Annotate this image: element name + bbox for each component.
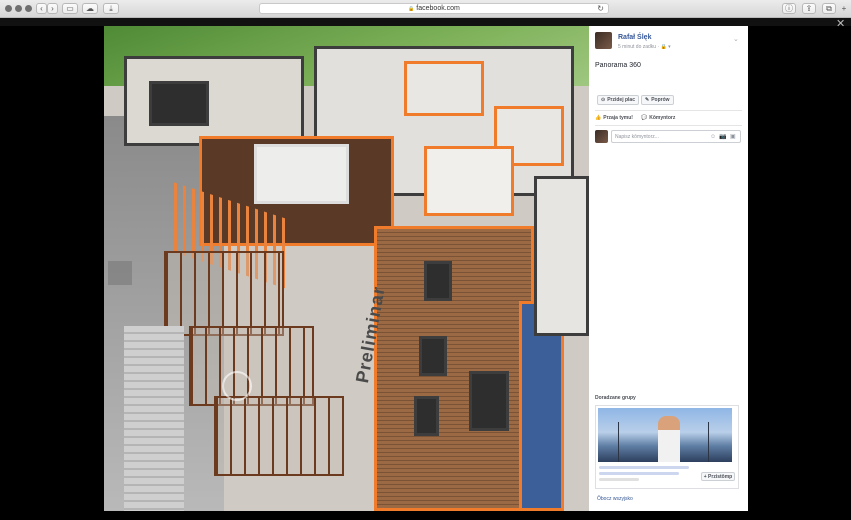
shield-icon: ⓘ: [785, 4, 793, 13]
balcony: [164, 251, 284, 336]
lock-icon: 🔒: [408, 6, 415, 12]
avatar[interactable]: [595, 32, 612, 49]
edit-button[interactable]: ✎ Poprów: [641, 95, 674, 105]
privacy-icon[interactable]: 🔒 ▾: [661, 44, 671, 50]
divider: [595, 125, 742, 126]
post-text: Panorama 360: [595, 62, 641, 69]
room-outline: [424, 146, 514, 216]
tabs-icon: ⧉: [826, 3, 832, 13]
panorama-viewer[interactable]: Preliminar: [104, 26, 589, 511]
group-name-blurred: [599, 472, 679, 475]
comment-label: Kōmyntorz: [649, 115, 676, 121]
post-options-icon[interactable]: ⌄: [733, 35, 739, 43]
cloud-icon: ☁: [86, 4, 94, 13]
icloud-tabs-button[interactable]: ☁: [82, 3, 98, 14]
comment-button[interactable]: 💬 Kōmyntorz: [641, 115, 675, 121]
tabs-button[interactable]: ⧉: [822, 3, 836, 14]
add-location-label: Przidej plac: [607, 97, 635, 103]
chevron-left-icon: ‹: [40, 4, 43, 13]
window: [424, 261, 452, 301]
side-rooms: [534, 176, 589, 336]
share-button[interactable]: ⇪: [802, 3, 816, 14]
see-all-link[interactable]: Ôbocz wszyjsko: [597, 496, 633, 502]
comment-input[interactable]: Napisz kōmyntorz... ☺ 📷 ▣: [611, 130, 741, 143]
post-side-panel: Rafał Ślęk 5 minut do zadku · 🔒 ▾ ⌄ Pano…: [589, 26, 748, 511]
back-button[interactable]: ‹: [36, 3, 47, 14]
pencil-icon: ✎: [645, 97, 650, 103]
window: [414, 396, 439, 436]
camera-icon[interactable]: 📷: [719, 131, 726, 143]
utility-pole: [708, 422, 709, 462]
comment-placeholder: Napisz kōmyntorz...: [615, 134, 659, 140]
new-tab-button[interactable]: +: [839, 3, 849, 14]
window: [419, 336, 447, 376]
emoji-icon[interactable]: ☺: [710, 131, 716, 143]
post-timestamp[interactable]: 5 minut do zadku ·: [618, 44, 661, 50]
add-location-button[interactable]: ⊙ Przidej plac: [597, 95, 639, 105]
edit-label: Poprów: [651, 97, 670, 103]
close-window-button[interactable]: [5, 5, 12, 12]
group-cover-image[interactable]: [598, 408, 732, 462]
comment-icon: 💬: [641, 115, 648, 121]
chevron-right-icon: ›: [51, 4, 54, 13]
theater-backdrop: [0, 18, 851, 26]
divider: [595, 110, 742, 111]
like-button[interactable]: 👍 Przaja tymu!: [595, 115, 633, 121]
living-room-wall: [254, 144, 349, 204]
thumbs-up-icon: 👍: [595, 115, 602, 121]
rear-room: [149, 81, 209, 126]
suggested-groups-title: Doradzane grupy: [595, 395, 636, 401]
sidebar-icon: ▭: [66, 4, 74, 13]
group-name-blurred: [599, 466, 689, 469]
sidebar-button[interactable]: ▭: [62, 3, 78, 14]
location-pin-icon: ⊙: [601, 97, 606, 103]
post-meta: 5 minut do zadku · 🔒 ▾: [618, 44, 671, 50]
panorama-nav-control[interactable]: [108, 261, 132, 285]
room-outline: [404, 61, 484, 116]
join-group-button[interactable]: + Przistōmp: [701, 472, 735, 481]
downloads-button[interactable]: ⤓: [103, 3, 119, 14]
browser-toolbar: ‹ › ▭ ☁ ⤓ 🔒 facebook.com ↻ ⓘ ⇪ ⧉ +: [0, 0, 851, 18]
reload-icon[interactable]: ↻: [597, 4, 604, 14]
share-icon: ⇪: [805, 4, 813, 13]
balcony: [214, 396, 344, 476]
close-icon: ✕: [836, 18, 846, 30]
utility-pole: [618, 422, 619, 462]
group-members-blurred: [599, 478, 639, 481]
extension-button[interactable]: ⓘ: [782, 3, 796, 14]
sticker-icon[interactable]: ▣: [730, 131, 736, 143]
download-icon: ⤓: [109, 3, 113, 13]
panorama-target-ring: [222, 371, 252, 401]
avatar: [595, 130, 608, 143]
stairs: [124, 326, 184, 511]
group-cover-person: [658, 416, 680, 462]
forward-button[interactable]: ›: [47, 3, 58, 14]
minimize-window-button[interactable]: [15, 5, 22, 12]
plus-icon: +: [841, 4, 847, 13]
brick-facade: [374, 226, 534, 511]
address-bar[interactable]: 🔒 facebook.com ↻: [259, 3, 609, 14]
zoom-window-button[interactable]: [25, 5, 32, 12]
close-theater-button[interactable]: ✕: [836, 19, 845, 30]
window: [469, 371, 509, 431]
group-card[interactable]: + Przistōmp: [595, 405, 739, 489]
balcony: [189, 326, 314, 406]
post-author[interactable]: Rafał Ślęk: [618, 34, 651, 41]
url-text: facebook.com: [416, 5, 460, 12]
like-label: Przaja tymu!: [603, 115, 633, 121]
